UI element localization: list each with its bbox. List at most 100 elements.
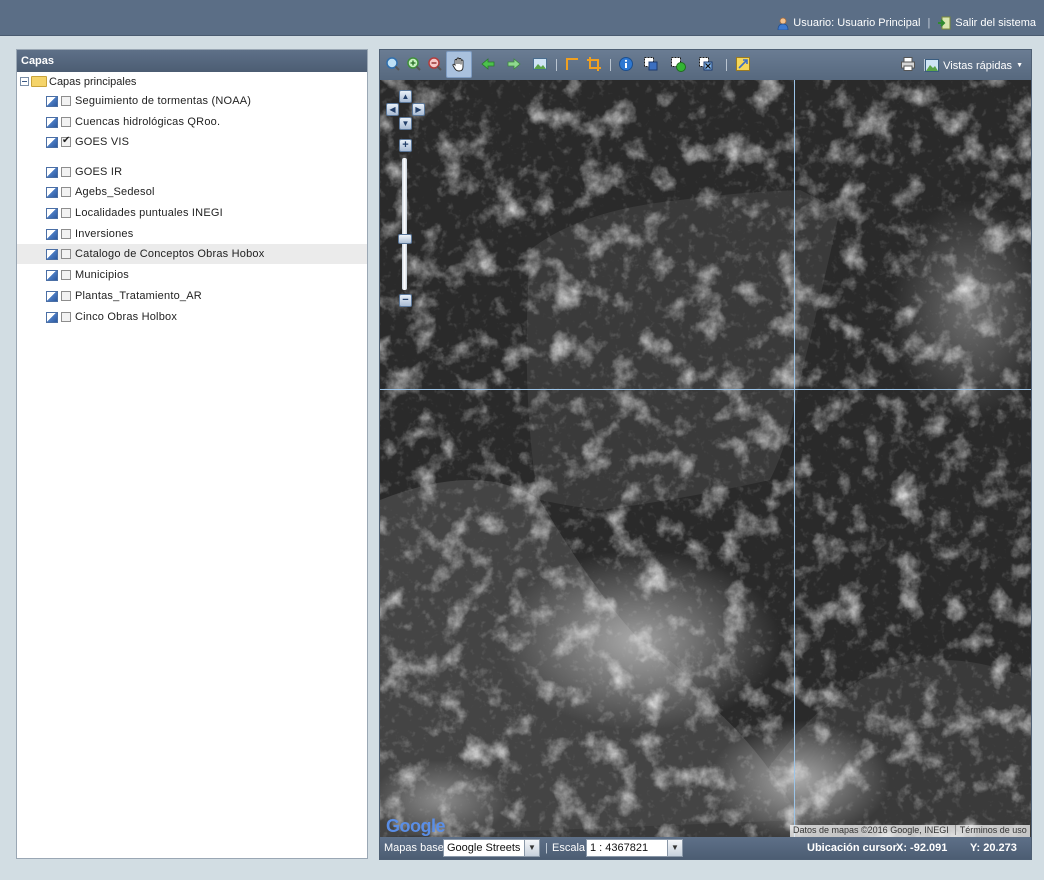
forward-arrow-icon[interactable] [506, 56, 522, 72]
layer-checkbox[interactable] [61, 208, 71, 218]
export-icon[interactable] [735, 56, 751, 72]
pan-hand-icon [452, 57, 464, 72]
basemap-select[interactable]: Google Streets ▼ [443, 839, 540, 857]
zoom-in-button[interactable]: + [399, 139, 412, 152]
layer-label: Cinco Obras Holbox [75, 311, 178, 323]
back-arrow-icon[interactable] [480, 56, 496, 72]
quick-views-label: Vistas rápidas [943, 59, 1013, 72]
layer-style-icon[interactable] [46, 290, 58, 302]
measure-area-icon[interactable] [586, 56, 602, 72]
cursor-y-value: Y: 20.273 [970, 842, 1017, 854]
layer-checkbox[interactable] [61, 187, 71, 197]
select-clear-icon[interactable] [698, 56, 714, 72]
scale-value: 1 : 4367821 [590, 842, 649, 854]
layer-style-icon[interactable] [46, 95, 58, 107]
pan-down-button[interactable]: ▼ [399, 117, 412, 130]
layer-row[interactable]: Inversiones [17, 224, 367, 244]
top-header-bar: Usuario: Usuario Principal | Salir del s… [0, 0, 1044, 36]
chevron-down-icon: ▼ [1016, 62, 1023, 69]
map-attribution: Datos de mapas ©2016 Google, INEGI Términ… [790, 825, 1030, 837]
layer-style-icon[interactable] [46, 116, 58, 128]
terms-link[interactable]: Términos de uso [954, 825, 1027, 835]
user-icon [777, 17, 789, 30]
layer-checkbox[interactable] [61, 135, 71, 147]
pan-left-button[interactable]: ◀ [386, 103, 399, 116]
map-image-icon[interactable] [532, 56, 548, 72]
layer-row[interactable]: Cinco Obras Holbox [17, 307, 367, 327]
layer-style-icon[interactable] [46, 248, 58, 260]
layer-checkbox[interactable] [61, 229, 71, 239]
layer-label: Catalogo de Conceptos Obras Hobox [75, 248, 265, 260]
layer-style-icon[interactable] [46, 186, 58, 198]
scale-select[interactable]: 1 : 4367821 ▼ [586, 839, 683, 857]
pan-hand-button[interactable] [446, 51, 472, 78]
basemap-value: Google Streets [447, 842, 521, 854]
crosshair-horizontal-line [380, 389, 1031, 390]
google-logo: Google [386, 816, 446, 837]
toolbar-separator [556, 59, 557, 71]
layer-group-label: Capas principales [49, 75, 137, 88]
select-box-icon[interactable] [643, 56, 659, 72]
zoom-out-icon[interactable] [427, 56, 443, 72]
pan-up-button[interactable]: ▲ [399, 90, 412, 103]
user-label[interactable]: Usuario: Usuario Principal [793, 17, 920, 29]
layer-style-icon[interactable] [46, 228, 58, 240]
quick-views-menu[interactable]: Vistas rápidas ▼ [925, 59, 1023, 72]
measure-line-icon[interactable] [564, 56, 580, 72]
layer-style-icon[interactable] [46, 166, 58, 178]
google-logo-text: Google [386, 816, 446, 836]
dropdown-arrow-icon: ▼ [667, 840, 682, 856]
layer-label: GOES VIS [75, 136, 130, 148]
pan-right-button[interactable]: ▶ [412, 103, 425, 116]
footer-separator: | [545, 842, 548, 854]
layer-style-icon[interactable] [46, 311, 58, 323]
layer-checkbox[interactable] [61, 96, 71, 106]
layer-checkbox[interactable] [61, 117, 71, 127]
layer-label: Seguimiento de tormentas (NOAA) [75, 95, 252, 107]
exit-icon[interactable] [937, 16, 951, 30]
map-panel: Vistas rápidas ▼ ▲ ◀ ▶ ▼ + − Google Dato… [379, 49, 1032, 860]
layer-style-icon[interactable] [46, 136, 58, 148]
dropdown-arrow-icon: ▼ [524, 840, 539, 856]
layer-row[interactable]: Municipios [17, 265, 367, 285]
folder-icon [31, 76, 47, 87]
layer-checkbox[interactable] [61, 249, 71, 259]
toolbar-separator [610, 59, 611, 71]
layer-row[interactable]: Agebs_Sedesol [17, 182, 367, 202]
layer-row[interactable]: GOES IR [17, 162, 367, 182]
map-status-bar: Mapas base Google Streets ▼ | Escala 1 :… [380, 837, 1031, 859]
layer-checkbox[interactable] [61, 312, 71, 322]
layer-label: Agebs_Sedesol [75, 186, 155, 198]
layer-checkbox[interactable] [61, 167, 71, 177]
layer-label: Municipios [75, 269, 129, 281]
layers-panel-title: Capas [17, 50, 367, 72]
layer-row[interactable]: Seguimiento de tormentas (NOAA) [17, 91, 367, 111]
layer-row[interactable]: GOES VIS [17, 132, 367, 152]
layer-checkbox[interactable] [61, 291, 71, 301]
zoom-in-icon[interactable] [406, 56, 422, 72]
header-separator: | [927, 17, 931, 29]
print-icon[interactable] [900, 56, 916, 72]
layer-label: Localidades puntuales INEGI [75, 207, 223, 219]
map-canvas[interactable]: ▲ ◀ ▶ ▼ + − Google Datos de mapas ©2016 … [380, 80, 1031, 837]
collapse-toggle-icon[interactable] [20, 77, 29, 86]
info-icon[interactable] [618, 56, 634, 72]
layer-row[interactable]: Catalogo de Conceptos Obras Hobox [17, 244, 367, 264]
layer-style-icon[interactable] [46, 269, 58, 281]
layer-label: Cuencas hidrológicas QRoo. [75, 116, 221, 128]
layer-style-icon[interactable] [46, 207, 58, 219]
zoom-extent-icon[interactable] [385, 56, 401, 72]
layer-label: Inversiones [75, 228, 134, 240]
satellite-imagery [380, 80, 1031, 837]
zoom-slider-handle[interactable] [398, 234, 412, 244]
layer-row[interactable]: Localidades puntuales INEGI [17, 203, 367, 223]
zoom-slider-track[interactable] [402, 158, 407, 290]
layer-row[interactable]: Plantas_Tratamiento_AR [17, 286, 367, 306]
zoom-out-button[interactable]: − [399, 294, 412, 307]
select-add-icon[interactable] [670, 56, 686, 72]
layer-row[interactable]: Cuencas hidrológicas QRoo. [17, 112, 367, 132]
logout-link[interactable]: Salir del sistema [955, 17, 1036, 29]
attribution-text: Datos de mapas ©2016 Google, INEGI [793, 825, 949, 835]
layer-checkbox[interactable] [61, 270, 71, 280]
layer-group-root[interactable]: Capas principales [17, 73, 367, 90]
